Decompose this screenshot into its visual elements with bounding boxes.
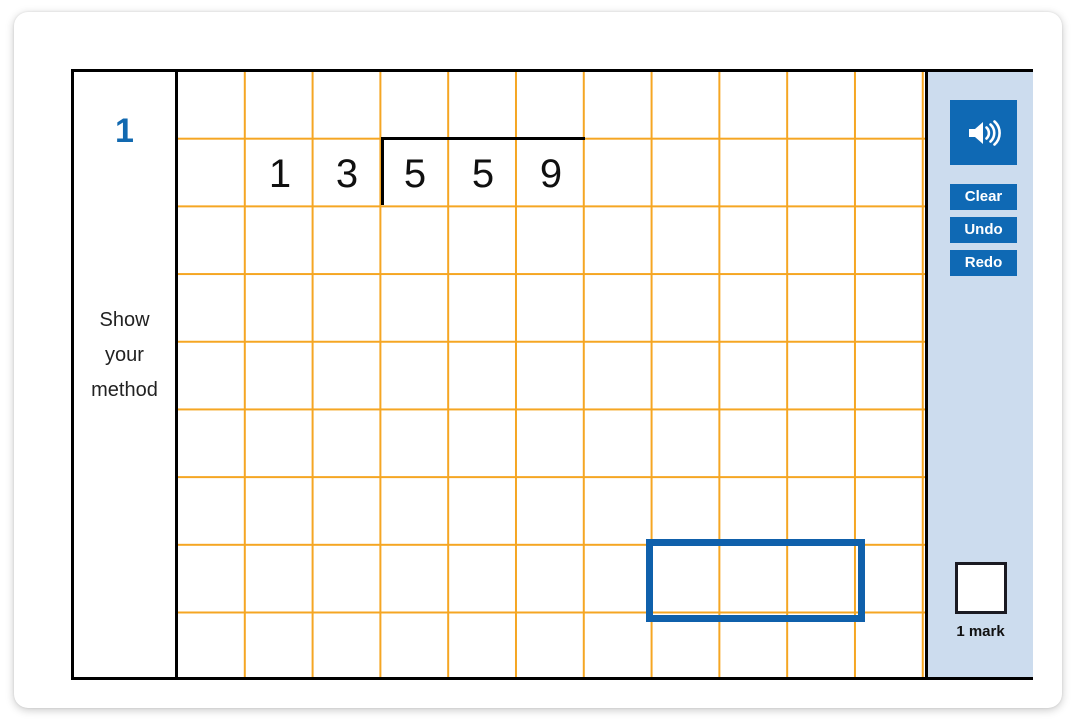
show-method-line-3: method: [91, 379, 158, 401]
question-card: 1 Show your method 1 3 5 5 9 Clear Undo …: [14, 12, 1062, 708]
audio-play-button[interactable]: [950, 100, 1017, 165]
speaker-icon: [968, 119, 1001, 146]
tool-sidebar: Clear Undo Redo 1 mark: [925, 72, 1033, 677]
grid-digit[interactable]: 1: [246, 140, 314, 208]
mark-box: [954, 562, 1007, 614]
app-root: 1 Show your method 1 3 5 5 9 Clear Undo …: [0, 0, 1076, 724]
show-method-line-2: your: [105, 344, 144, 366]
mark-group: 1 mark: [928, 562, 1033, 640]
clear-button[interactable]: Clear: [950, 184, 1017, 210]
show-method-line-1: Show: [99, 309, 150, 331]
question-frame: 1 Show your method 1 3 5 5 9 Clear Undo …: [71, 69, 1033, 680]
working-grid[interactable]: 1 3 5 5 9: [178, 72, 925, 677]
grid-digit[interactable]: 5: [381, 140, 449, 208]
redo-button[interactable]: Redo: [950, 250, 1017, 276]
answer-input-box[interactable]: [646, 539, 865, 622]
show-your-method-label: Show your method: [74, 303, 175, 408]
undo-button[interactable]: Undo: [950, 217, 1017, 243]
grid-digit[interactable]: 3: [313, 140, 381, 208]
question-number: 1: [115, 112, 134, 150]
grid-digit[interactable]: 9: [517, 140, 585, 208]
question-label-column: 1 Show your method: [74, 72, 178, 677]
grid-digit[interactable]: 5: [449, 140, 517, 208]
mark-label: 1 mark: [956, 623, 1005, 640]
